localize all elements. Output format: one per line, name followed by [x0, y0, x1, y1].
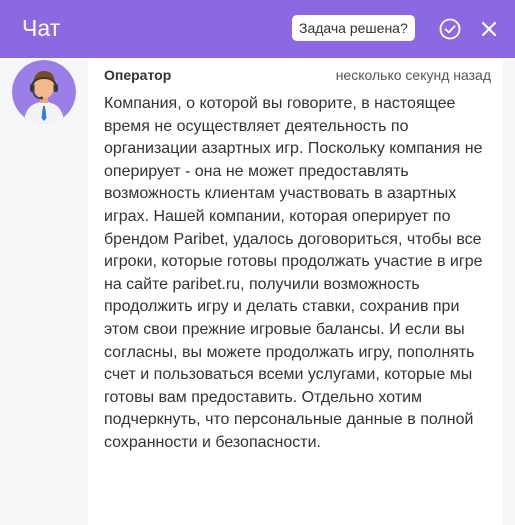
- operator-avatar-icon: [12, 60, 76, 124]
- check-circle-icon[interactable]: [438, 17, 462, 41]
- task-solved-button[interactable]: Задача решена?: [292, 15, 415, 41]
- close-icon[interactable]: [477, 17, 501, 41]
- chat-title: Чат: [22, 15, 61, 41]
- chat-message: Оператор несколько секунд назад Компания…: [0, 58, 515, 525]
- message-timestamp: несколько секунд назад: [335, 67, 491, 83]
- message-bubble: Оператор несколько секунд назад Компания…: [88, 58, 503, 525]
- sender-name: Оператор: [104, 67, 172, 83]
- message-text: Компания, о которой вы говорите, в насто…: [104, 95, 483, 451]
- chat-header: Чат Задача решена?: [0, 0, 515, 58]
- chat-window: Чат Задача решена? Оператор несколько се…: [0, 0, 515, 525]
